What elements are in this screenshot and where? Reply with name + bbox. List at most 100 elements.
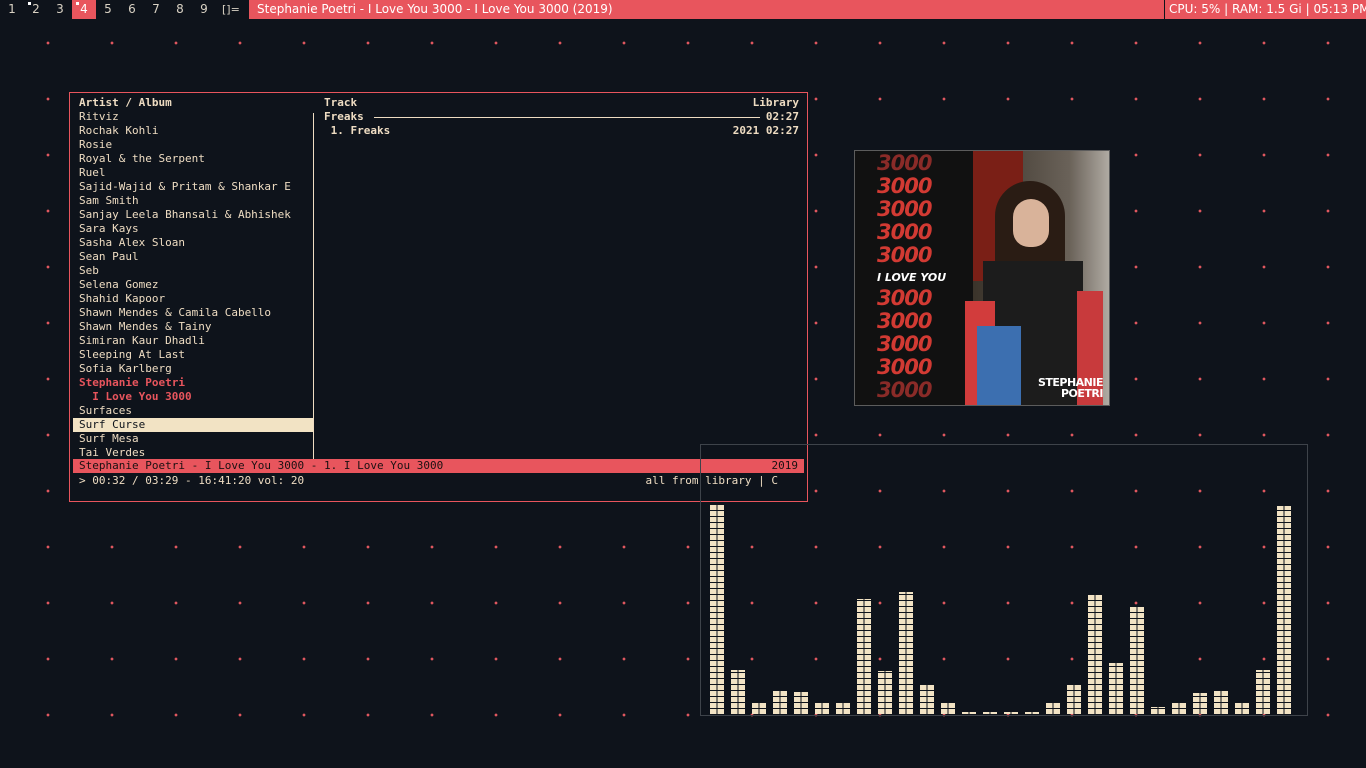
workspace-2[interactable]: 2 — [24, 0, 48, 19]
album-art-3000-text: 3000 — [877, 243, 932, 267]
visualizer-bar — [1109, 663, 1123, 714]
artist-list-item[interactable]: Sajid-Wajid & Pritam & Shankar E — [79, 180, 311, 194]
visualizer-bar — [773, 690, 787, 714]
visualizer-bar — [920, 684, 934, 714]
artist-album-header: Artist / Album — [79, 96, 172, 109]
track-item[interactable]: 1. Freaks — [324, 124, 391, 138]
artist-list-item[interactable]: Shahid Kapoor — [79, 292, 311, 306]
library-header: Library — [752, 96, 799, 109]
visualizer-bar — [1151, 707, 1165, 714]
visualizer-bar — [731, 670, 745, 714]
visualizer-bar — [710, 504, 724, 714]
album-title[interactable]: Freaks — [324, 110, 364, 124]
album-duration: 02:27 — [765, 110, 799, 123]
workspace-label: 3 — [56, 2, 64, 16]
artist-list-item[interactable]: Ruel — [79, 166, 311, 180]
playback-progress: > 00:32 / 03:29 - 16:41:20 vol: 20 — [79, 474, 305, 487]
album-art-artist-line2: POETRI — [1061, 387, 1104, 400]
artist-list-item[interactable]: Sanjay Leela Bhansali & Abhishek — [79, 208, 311, 222]
album-art-3000-text: 3000 — [877, 355, 932, 379]
visualizer-bar — [1214, 691, 1228, 714]
visualizer-bar — [1067, 684, 1081, 714]
workspace-occupied-marker — [28, 2, 31, 5]
artist-list-item[interactable]: Surfaces — [79, 404, 311, 418]
layout-indicator[interactable]: []= — [222, 0, 240, 19]
now-playing-bar: Stephanie Poetri - I Love You 3000 - 1. … — [73, 459, 804, 473]
workspace-7[interactable]: 7 — [144, 0, 168, 19]
artist-list-item[interactable]: Sean Paul — [79, 250, 311, 264]
album-art-3000-text: 3000 — [877, 286, 932, 310]
album-art-artist-name: STEPHANIE POETRI — [1038, 377, 1104, 400]
album-art-3000-text: 3000 — [877, 197, 932, 221]
artist-list-item[interactable]: Shawn Mendes & Tainy — [79, 320, 311, 334]
workspace-3[interactable]: 3 — [48, 0, 72, 19]
top-status-bar: 1 2 3 4 5 6 7 8 9 []= Stephanie Poetri - I Love … — [0, 0, 1366, 19]
music-player-window[interactable]: Artist / Album Track Library Ritviz Rocha… — [69, 92, 808, 502]
workspace-label: 4 — [80, 2, 88, 16]
workspace-label: 1 — [8, 2, 16, 16]
workspace-label: 9 — [200, 2, 208, 16]
pane-divider — [313, 113, 314, 459]
artist-list-item[interactable]: Sofia Karlberg — [79, 362, 311, 376]
album-art-face — [1013, 199, 1049, 247]
album-rule — [374, 117, 760, 118]
visualizer-bar — [1235, 702, 1249, 714]
visualizer-bar — [1277, 506, 1291, 714]
now-playing-text: Stephanie Poetri - I Love You 3000 - 1. … — [79, 459, 444, 472]
artist-list-item[interactable]: Rochak Kohli — [79, 124, 311, 138]
workspace-9[interactable]: 9 — [192, 0, 216, 19]
visualizer-bar — [878, 671, 892, 714]
workspace-label: 2 — [32, 2, 40, 16]
visualizer-bar — [962, 712, 976, 714]
artist-list-item[interactable]: Rosie — [79, 138, 311, 152]
artist-list-item[interactable]: Simiran Kaur Dhadli — [79, 334, 311, 348]
visualizer-bar — [1088, 594, 1102, 714]
visualizer-bar — [1130, 607, 1144, 714]
artist-list-item[interactable]: Shawn Mendes & Camila Cabello — [79, 306, 311, 320]
visualizer-bar — [1046, 702, 1060, 714]
workspace-4[interactable]: 4 — [72, 0, 96, 19]
album-art-3000-text: 3000 — [877, 309, 932, 333]
visualizer-bar — [752, 702, 766, 714]
artist-list-item[interactable]: Surf Curse — [73, 418, 313, 432]
artist-list-item[interactable]: Seb — [79, 264, 311, 278]
visualizer-bar — [1025, 712, 1039, 714]
artist-list-item[interactable]: Ritviz — [79, 110, 311, 124]
artist-list-item[interactable]: Sara Kays — [79, 222, 311, 236]
album-art: 3000 3000 3000 3000 3000 3000 3000 3000 3000 3000… — [854, 150, 1110, 406]
workspace-1[interactable]: 1 — [0, 0, 24, 19]
visualizer-bar — [1004, 712, 1018, 714]
artist-list-item[interactable]: Sam Smith — [79, 194, 311, 208]
artist-list-item[interactable]: Surf Mesa — [79, 432, 311, 446]
workspace-5[interactable]: 5 — [96, 0, 120, 19]
album-art-3000-text: 3000 — [877, 174, 932, 198]
system-status: CPU: 5% | RAM: 1.5 Gi | 05:13 PM — [1164, 0, 1366, 19]
visualizer-bar — [836, 702, 850, 714]
visualizer-bar — [983, 712, 997, 714]
album-art-3000-text: 3000 — [877, 332, 932, 356]
visualizer-bar — [1256, 670, 1270, 714]
workspace-label: 6 — [128, 2, 136, 16]
visualizer-bar — [899, 592, 913, 714]
workspace-label: 8 — [176, 2, 184, 16]
artist-list-item[interactable]: I Love You 3000 — [79, 390, 311, 404]
visualizer-bar — [815, 702, 829, 714]
audio-visualizer — [700, 444, 1308, 716]
artist-list-item[interactable]: Tai Verdes — [79, 446, 311, 460]
artist-list-item[interactable]: Royal & the Serpent — [79, 152, 311, 166]
artist-list-item[interactable]: Stephanie Poetri — [79, 376, 311, 390]
album-art-3000-text: 3000 — [877, 151, 932, 175]
visualizer-bar — [794, 692, 808, 714]
workspace-6[interactable]: 6 — [120, 0, 144, 19]
artist-list-item[interactable]: Sasha Alex Sloan — [79, 236, 311, 250]
artist-list-item[interactable]: Sleeping At Last — [79, 348, 311, 362]
artist-list-item[interactable]: Selena Gomez — [79, 278, 311, 292]
album-art-3000-text: 3000 — [877, 220, 932, 244]
visualizer-bar — [1172, 702, 1186, 714]
track-header: Track — [324, 96, 358, 109]
workspace-label: 5 — [104, 2, 112, 16]
focused-window-title: Stephanie Poetri - I Love You 3000 - I L… — [249, 0, 1164, 19]
visualizer-bar — [1193, 693, 1207, 714]
workspace-8[interactable]: 8 — [168, 0, 192, 19]
track-year-duration: 2021 02:27 — [732, 124, 799, 137]
